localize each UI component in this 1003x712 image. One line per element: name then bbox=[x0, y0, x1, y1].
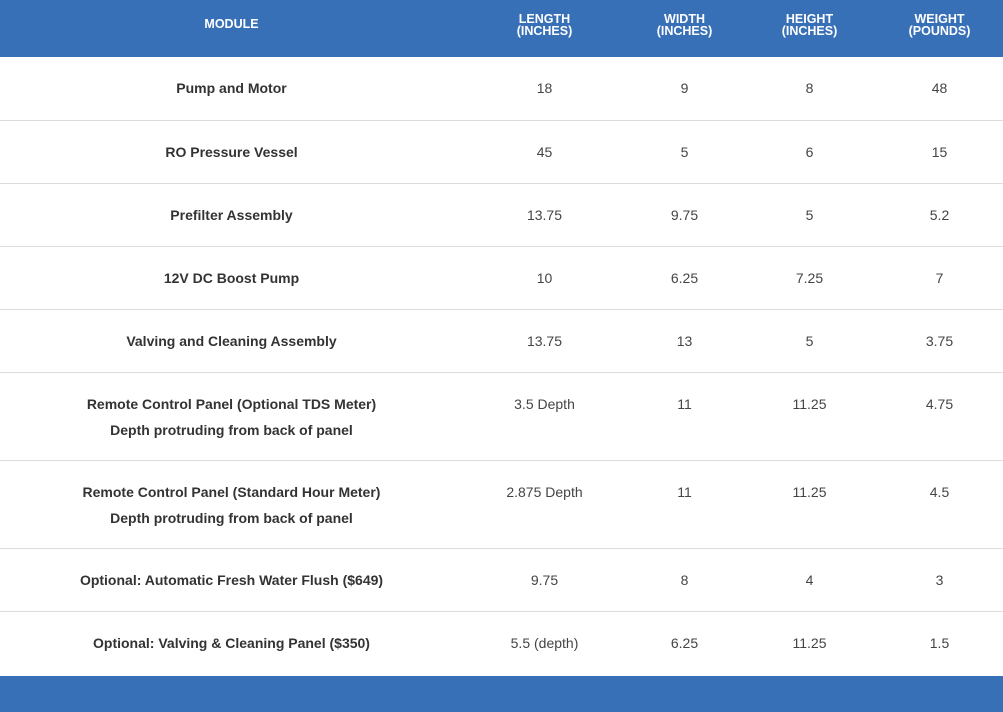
module-note: Depth protruding from back of panel bbox=[110, 509, 353, 526]
weight-cell: 1.5 bbox=[876, 610, 1003, 674]
weight-cell: 7 bbox=[876, 245, 1003, 309]
length-cell: 9.75 bbox=[463, 547, 626, 611]
table-row: Remote Control Panel (Standard Hour Mete… bbox=[0, 459, 1003, 548]
header-weight: WEIGHT (POUNDS) bbox=[876, 0, 1003, 57]
table-body: Pump and Motor 18 9 8 48 RO Pressure Ves… bbox=[0, 57, 1003, 674]
header-weight-unit: (POUNDS) bbox=[908, 24, 971, 38]
header-width: WIDTH (INCHES) bbox=[626, 0, 743, 57]
weight-cell: 3 bbox=[876, 547, 1003, 611]
height-cell: 8 bbox=[805, 80, 814, 96]
weight-cell: 48 bbox=[931, 80, 948, 96]
height-cell: 7.25 bbox=[743, 245, 876, 309]
module-cell: Prefilter Assembly bbox=[0, 182, 463, 246]
weight-cell: 3.75 bbox=[876, 308, 1003, 372]
module-cell: Optional: Valving & Cleaning Panel ($350… bbox=[0, 610, 463, 674]
height-cell: 11.25 bbox=[743, 610, 876, 674]
module-cell: RO Pressure Vessel bbox=[0, 119, 463, 183]
module-name: Remote Control Panel (Standard Hour Mete… bbox=[82, 483, 381, 500]
height-cell: 11.25 bbox=[743, 459, 876, 548]
header-height-unit: (INCHES) bbox=[781, 24, 838, 38]
module-name: 12V DC Boost Pump bbox=[163, 269, 300, 286]
module-cell: Optional: Automatic Fresh Water Flush ($… bbox=[0, 547, 463, 611]
module-name: Remote Control Panel (Optional TDS Meter… bbox=[86, 395, 377, 412]
module-name: RO Pressure Vessel bbox=[165, 143, 298, 160]
header-module-label: MODULE bbox=[204, 17, 259, 31]
module-name: Optional: Valving & Cleaning Panel ($350… bbox=[93, 634, 370, 651]
table-footer-bar bbox=[0, 676, 1003, 712]
module-cell: Remote Control Panel (Optional TDS Meter… bbox=[0, 371, 463, 460]
height-cell: 6 bbox=[743, 119, 876, 183]
height-cell: 11.25 bbox=[743, 371, 876, 460]
weight-cell: 4.75 bbox=[876, 371, 1003, 460]
module-name: Pump and Motor bbox=[176, 80, 287, 96]
table-row: Optional: Automatic Fresh Water Flush ($… bbox=[0, 547, 1003, 611]
module-name: Valving and Cleaning Assembly bbox=[126, 332, 337, 349]
table-row: Optional: Valving & Cleaning Panel ($350… bbox=[0, 610, 1003, 674]
module-name: Prefilter Assembly bbox=[170, 206, 293, 223]
header-length-unit: (INCHES) bbox=[516, 24, 573, 38]
weight-cell: 4.5 bbox=[876, 459, 1003, 548]
width-cell: 6.25 bbox=[626, 245, 743, 309]
table-row: RO Pressure Vessel 45 5 6 15 bbox=[0, 119, 1003, 183]
width-cell: 13 bbox=[626, 308, 743, 372]
specs-page: MODULE LENGTH (INCHES) WIDTH (INCHES) HE… bbox=[0, 0, 1003, 712]
weight-cell: 15 bbox=[876, 119, 1003, 183]
table-row: Remote Control Panel (Optional TDS Meter… bbox=[0, 371, 1003, 460]
height-cell: 5 bbox=[743, 182, 876, 246]
length-cell: 5.5 (depth) bbox=[463, 610, 626, 674]
length-cell: 13.75 bbox=[463, 308, 626, 372]
width-cell: 5 bbox=[626, 119, 743, 183]
table-row: Prefilter Assembly 13.75 9.75 5 5.2 bbox=[0, 182, 1003, 246]
header-row: MODULE LENGTH (INCHES) WIDTH (INCHES) HE… bbox=[0, 0, 1003, 57]
width-cell: 6.25 bbox=[626, 610, 743, 674]
table-row: Pump and Motor 18 9 8 48 bbox=[0, 57, 1003, 120]
table-row: Valving and Cleaning Assembly 13.75 13 5… bbox=[0, 308, 1003, 372]
length-cell: 45 bbox=[463, 119, 626, 183]
length-cell: 10 bbox=[463, 245, 626, 309]
width-cell: 11 bbox=[626, 459, 743, 548]
module-note: Depth protruding from back of panel bbox=[110, 421, 353, 438]
height-cell: 5 bbox=[743, 308, 876, 372]
length-cell: 2.875 Depth bbox=[463, 459, 626, 548]
module-name: Optional: Automatic Fresh Water Flush ($… bbox=[79, 571, 384, 588]
header-length: LENGTH (INCHES) bbox=[463, 0, 626, 57]
module-cell: Remote Control Panel (Standard Hour Mete… bbox=[0, 459, 463, 548]
width-cell: 11 bbox=[626, 371, 743, 460]
header-height: HEIGHT (INCHES) bbox=[743, 0, 876, 57]
header-width-unit: (INCHES) bbox=[656, 24, 713, 38]
width-cell: 9 bbox=[680, 80, 689, 96]
table-row: 12V DC Boost Pump 10 6.25 7.25 7 bbox=[0, 245, 1003, 309]
table-header: MODULE LENGTH (INCHES) WIDTH (INCHES) HE… bbox=[0, 0, 1003, 57]
header-module: MODULE bbox=[0, 0, 463, 57]
module-cell: 12V DC Boost Pump bbox=[0, 245, 463, 309]
module-specs-table: MODULE LENGTH (INCHES) WIDTH (INCHES) HE… bbox=[0, 0, 1003, 674]
module-cell: Valving and Cleaning Assembly bbox=[0, 308, 463, 372]
length-cell: 13.75 bbox=[463, 182, 626, 246]
width-cell: 8 bbox=[626, 547, 743, 611]
length-cell: 18 bbox=[536, 80, 553, 96]
weight-cell: 5.2 bbox=[876, 182, 1003, 246]
module-cell: Pump and Motor bbox=[0, 57, 463, 120]
width-cell: 9.75 bbox=[626, 182, 743, 246]
height-cell: 4 bbox=[743, 547, 876, 611]
length-cell: 3.5 Depth bbox=[463, 371, 626, 460]
